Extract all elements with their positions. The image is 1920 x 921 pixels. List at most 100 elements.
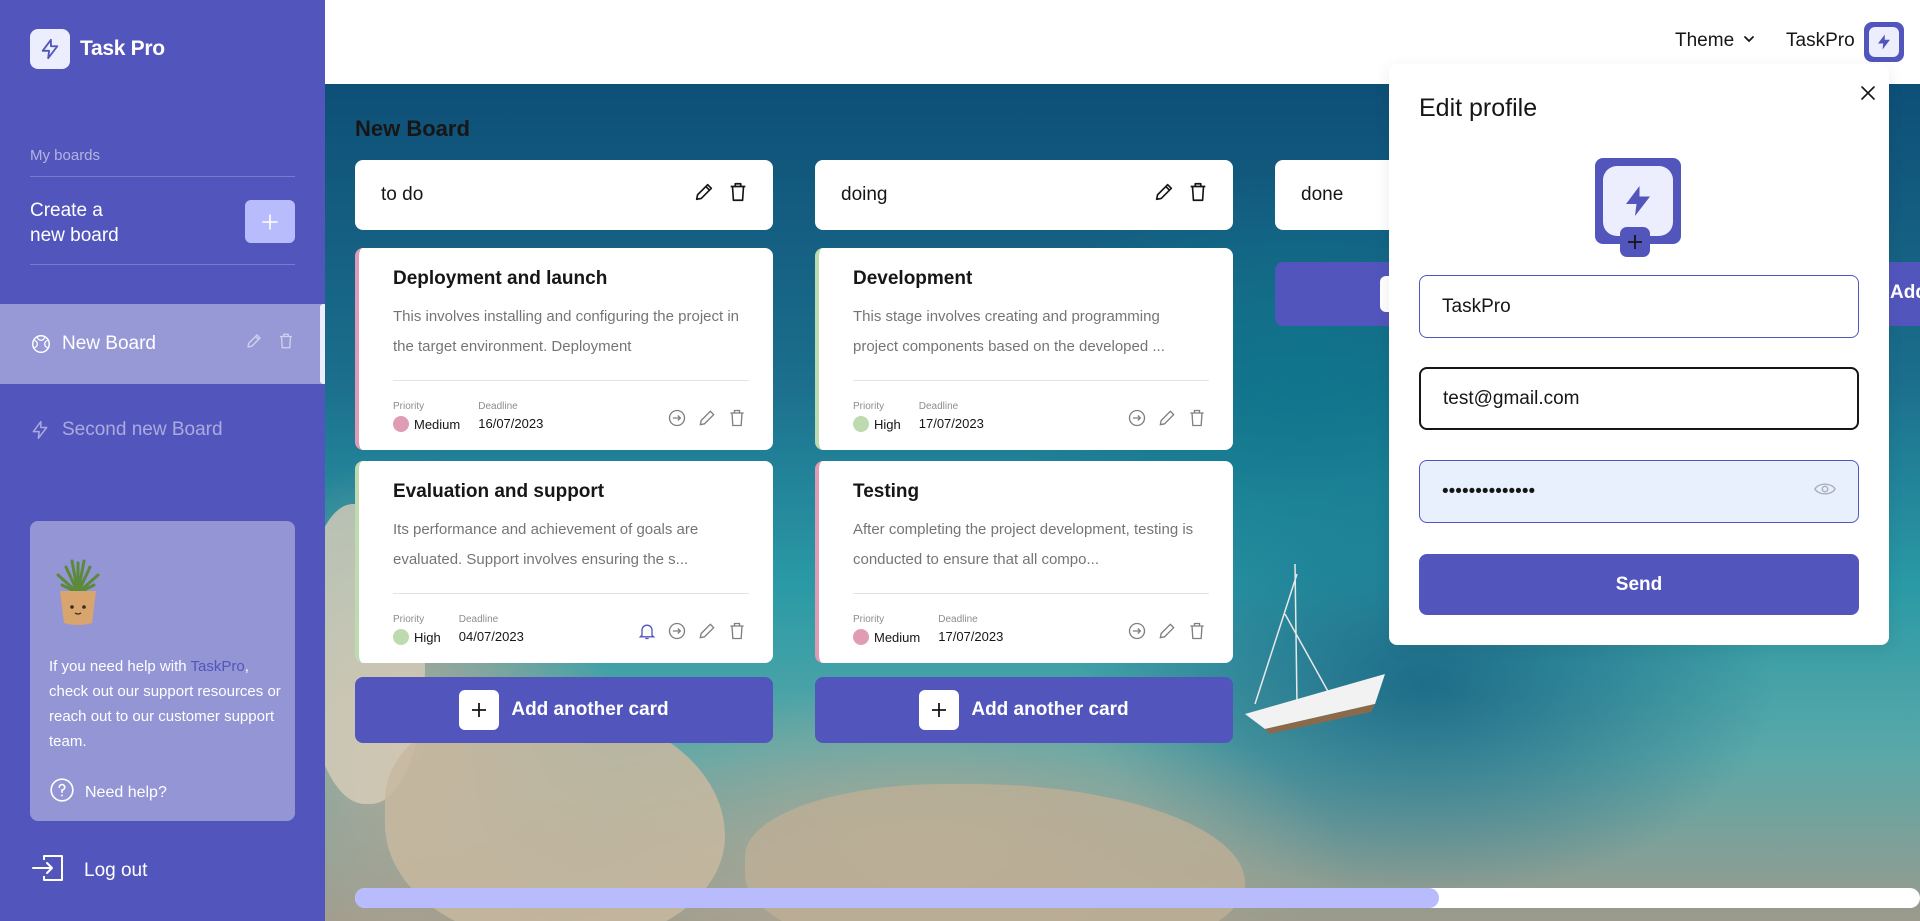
column-doing: doing Development This stage involves cr…: [815, 160, 1233, 743]
sidebar-item-second-board[interactable]: Second new Board: [0, 390, 325, 470]
logout-button[interactable]: Log out: [30, 852, 147, 890]
email-field[interactable]: test@gmail.com: [1419, 367, 1859, 430]
puzzle-icon: [30, 333, 52, 355]
card-divider: [853, 380, 1209, 381]
app-logo[interactable]: Task Pro: [30, 29, 165, 69]
pencil-icon[interactable]: [245, 332, 263, 356]
sidebar-divider: [30, 264, 295, 265]
pencil-icon[interactable]: [697, 408, 717, 433]
column-title: doing: [841, 184, 888, 205]
help-brand-link[interactable]: TaskPro: [191, 658, 245, 675]
lightning-icon: [1603, 166, 1673, 236]
task-card[interactable]: Deployment and launch This involves inst…: [355, 248, 773, 450]
modal-title: Edit profile: [1419, 94, 1538, 122]
priority-label: Priority: [853, 614, 885, 625]
horizontal-scrollbar[interactable]: [355, 888, 1920, 908]
trash-icon[interactable]: [1187, 408, 1207, 433]
column-title: done: [1301, 184, 1344, 205]
cactus-image: [52, 557, 104, 627]
card-title: Evaluation and support: [393, 481, 605, 502]
column-to-do: to do Deployment and launch This involve…: [355, 160, 773, 743]
trash-icon[interactable]: [727, 621, 747, 646]
add-card-button[interactable]: Add another card: [815, 677, 1233, 743]
bell-icon[interactable]: [637, 621, 657, 646]
card-description: Its performance and achievement of goals…: [393, 521, 699, 568]
plus-icon: [919, 690, 960, 730]
help-circle-icon: [49, 777, 75, 808]
trash-icon[interactable]: [277, 332, 295, 356]
task-card[interactable]: Testing After completing the project dev…: [815, 461, 1233, 663]
scrollbar-thumb[interactable]: [355, 888, 1439, 908]
task-card[interactable]: Development This stage involves creating…: [815, 248, 1233, 450]
pencil-icon[interactable]: [1153, 181, 1175, 209]
pencil-icon[interactable]: [697, 621, 717, 646]
theme-dropdown[interactable]: Theme: [1675, 30, 1756, 52]
deadline-value: 17/07/2023: [918, 416, 984, 431]
deadline-label: Deadline: [938, 614, 978, 625]
card-title: Development: [853, 268, 973, 289]
logout-label: Log out: [84, 860, 148, 881]
theme-label: Theme: [1675, 30, 1735, 51]
priority-label: Priority: [393, 614, 425, 625]
card-divider: [393, 593, 749, 594]
lightning-icon: [1869, 27, 1899, 57]
task-card[interactable]: Evaluation and support Its performance a…: [355, 461, 773, 663]
add-card-label: Add another card: [511, 699, 669, 720]
deadline-value: 17/07/2023: [938, 629, 1004, 644]
eye-icon[interactable]: [1814, 480, 1836, 504]
plus-icon: [1628, 235, 1642, 249]
deadline-value: 04/07/2023: [458, 629, 524, 644]
lightning-icon: [30, 419, 52, 441]
trash-icon[interactable]: [727, 181, 749, 209]
card-title: Deployment and launch: [393, 268, 608, 289]
deadline-value: 16/07/2023: [478, 416, 544, 431]
logout-icon: [30, 852, 66, 890]
priority-value: High: [414, 629, 441, 645]
pencil-icon[interactable]: [1157, 408, 1177, 433]
move-arrow-icon[interactable]: [667, 408, 687, 433]
column-title: to do: [381, 184, 424, 205]
user-avatar[interactable]: [1864, 22, 1904, 62]
pencil-icon[interactable]: [693, 181, 715, 209]
need-help-button[interactable]: Need help?: [49, 777, 167, 808]
help-box: If you need help with TaskPro, check out…: [30, 521, 295, 821]
priority-dot: [393, 416, 409, 432]
plus-icon: [262, 213, 278, 230]
add-card-button[interactable]: Add another card: [355, 677, 773, 743]
priority-dot: [853, 416, 869, 432]
deadline-label: Deadline: [478, 401, 518, 412]
sidebar-item-label: New Board: [62, 333, 156, 354]
trash-icon[interactable]: [1187, 181, 1209, 209]
card-title: Testing: [853, 481, 920, 502]
password-field[interactable]: ••••••••••••••: [1419, 460, 1859, 523]
create-board-label: Create a new board: [30, 198, 119, 248]
sidebar-item-new-board[interactable]: New Board: [0, 304, 325, 384]
user-name: TaskPro: [1786, 30, 1855, 51]
my-boards-label: My boards: [30, 147, 101, 164]
sidebar-item-label: Second new Board: [62, 419, 223, 440]
create-board-line1: Create a: [30, 200, 103, 221]
upload-avatar-button[interactable]: [1620, 227, 1650, 257]
add-card-label: Add: [1890, 282, 1920, 303]
move-arrow-icon[interactable]: [1127, 408, 1147, 433]
create-board-button[interactable]: [245, 200, 295, 243]
move-arrow-icon[interactable]: [1127, 621, 1147, 646]
lightning-icon: [30, 29, 70, 69]
card-description: This stage involves creating and program…: [853, 308, 1165, 355]
card-divider: [393, 380, 749, 381]
trash-icon[interactable]: [1187, 621, 1207, 646]
close-icon[interactable]: [1858, 83, 1878, 103]
board-title: New Board: [355, 116, 470, 141]
column-header: to do: [355, 160, 773, 230]
sidebar: Task Pro My boards Create a new board Ne…: [0, 0, 325, 921]
card-divider: [853, 593, 1209, 594]
add-card-label: Add another card: [971, 699, 1129, 720]
plus-icon: [459, 690, 500, 730]
sidebar-divider: [30, 176, 295, 177]
move-arrow-icon[interactable]: [667, 621, 687, 646]
send-button[interactable]: Send: [1419, 554, 1859, 615]
name-field[interactable]: TaskPro: [1419, 275, 1859, 338]
pencil-icon[interactable]: [1157, 621, 1177, 646]
trash-icon[interactable]: [727, 408, 747, 433]
app-name: Task Pro: [80, 37, 165, 60]
